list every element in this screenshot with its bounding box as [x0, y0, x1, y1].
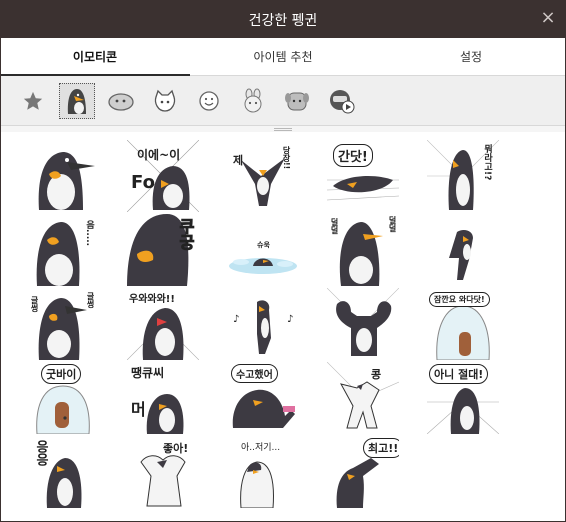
sticker-caption: 음..... [84, 220, 94, 247]
sticker-caption: 뭐라고!? [482, 144, 492, 181]
sticker-r3c4[interactable] [327, 288, 399, 360]
sticker-r1c4[interactable]: 간닷! [327, 140, 399, 212]
sticker-caption: 굿바이 [41, 364, 82, 384]
bunny-icon [244, 88, 262, 112]
blob-icon [108, 92, 134, 111]
title-bar: 건강한 펭귄 × [1, 1, 565, 38]
sticker-r4c2[interactable]: 땡큐씨 머 [127, 362, 199, 434]
sticker-grid: 이에~이 Fo 제 당장!! 간닷! 뭐라고!? 음..... 쿠궁 슈욱 덜덜… [1, 132, 565, 508]
sticker-caption: 슈욱 [257, 241, 270, 249]
tab-item-recommend[interactable]: 아이템 추천 [189, 38, 377, 75]
category-blob[interactable] [103, 83, 139, 119]
penguin-icon [67, 88, 86, 114]
sticker-caption: 우와와와!! [129, 294, 175, 305]
sticker-caption: 콩 [371, 368, 382, 381]
tab-settings[interactable]: 설정 [377, 38, 565, 75]
sticker-r4c5[interactable]: 아니 절대! [427, 362, 499, 434]
video-character-icon [330, 89, 355, 113]
sticker-r4c1[interactable]: 굿바이 [27, 362, 99, 434]
category-bunny[interactable] [235, 83, 271, 119]
sticker-caption: 글썽 [30, 296, 39, 312]
sticker-caption: 이에~이 [137, 148, 181, 162]
sticker-r3c5[interactable]: 잠깐요 와다닷! [427, 288, 499, 360]
smiley-icon [199, 90, 219, 111]
sticker-r3c2[interactable]: 우와와와!! [127, 288, 199, 360]
dog-icon [285, 92, 309, 110]
sticker-r1c1[interactable] [27, 140, 99, 212]
category-smiley[interactable] [191, 83, 227, 119]
tab-emoticon[interactable]: 이모티콘 [1, 38, 189, 75]
sticker-caption: 아니 절대! [429, 364, 489, 384]
sticker-r2c2[interactable]: 쿠궁 [127, 214, 199, 286]
sticker-caption: 쿠궁 [176, 218, 196, 251]
sticker-r4c3[interactable]: 수고했어 [227, 362, 299, 434]
sticker-caption: 머 [131, 400, 146, 419]
sticker-caption: 글썽 [86, 292, 95, 308]
sticker-r5c1[interactable]: 응응 [27, 436, 99, 508]
sticker-caption: 제 [233, 154, 244, 167]
svg-text:♪: ♪ [287, 314, 293, 325]
sticker-caption: 최고!! [363, 438, 399, 458]
window-title: 건강한 펭귄 [248, 12, 318, 29]
category-bar [1, 76, 565, 126]
sticker-r1c3[interactable]: 제 당장!! [227, 140, 299, 212]
sticker-caption: 덜덜 [388, 216, 397, 232]
sticker-r2c1[interactable]: 음..... [27, 214, 99, 286]
active-tab-indicator [1, 74, 190, 76]
star-icon [23, 91, 43, 110]
sticker-r2c5[interactable] [427, 214, 499, 286]
sticker-r3c3[interactable]: ♪ ♪ [227, 288, 299, 360]
sticker-r5c3[interactable]: 아..저기... [227, 436, 299, 508]
tab-bar: 이모티콘 아이템 추천 설정 [1, 38, 565, 76]
emoticon-window: 건강한 펭귄 × 이모티콘 아이템 추천 설정 이에~이 Fo 제 당장!! 간… [0, 0, 566, 522]
close-icon[interactable]: × [539, 9, 557, 27]
sticker-caption: 덜덜 [330, 218, 339, 234]
sticker-r1c5[interactable]: 뭐라고!? [427, 140, 499, 212]
category-dog[interactable] [279, 83, 315, 119]
sticker-caption: 땡큐씨 [131, 366, 165, 380]
sticker-caption: Fo [131, 172, 155, 193]
sticker-r2c4[interactable]: 덜덜 덜덜 [327, 214, 399, 286]
sticker-r3c1[interactable]: 글썽 글썽 [27, 288, 99, 360]
sticker-caption: 아..저기... [241, 443, 281, 453]
svg-text:♪: ♪ [233, 314, 239, 325]
cat-icon [154, 89, 176, 112]
sticker-r2c3[interactable]: 슈욱 [227, 214, 299, 286]
sticker-caption: 좋아! [163, 442, 189, 455]
sticker-caption: 수고했어 [231, 364, 278, 383]
category-video-character[interactable] [323, 83, 359, 119]
sticker-r4c4[interactable]: 콩 [327, 362, 399, 434]
sticker-caption: 당장!! [282, 146, 291, 170]
category-cat[interactable] [147, 83, 183, 119]
sticker-caption: 간닷! [333, 144, 373, 167]
category-favorites[interactable] [15, 83, 51, 119]
sticker-r5c2[interactable]: 좋아! [127, 436, 199, 508]
sticker-caption: 잠깐요 와다닷! [429, 292, 490, 307]
sticker-caption: 응응 [33, 440, 48, 466]
category-penguin[interactable] [59, 82, 95, 119]
sticker-r5c4[interactable]: 최고!! [327, 436, 399, 508]
sticker-r1c2[interactable]: 이에~이 Fo [127, 140, 199, 212]
